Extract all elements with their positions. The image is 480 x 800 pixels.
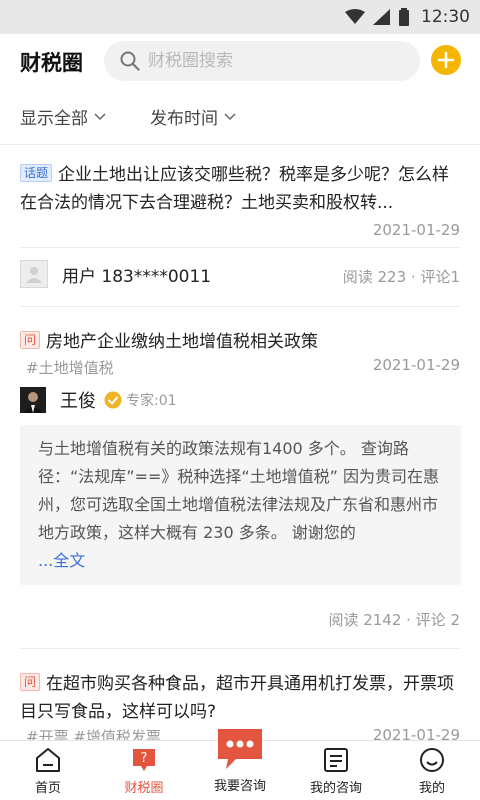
post-stats: 阅读 223 · 评论1 bbox=[342, 268, 460, 286]
page-title: 财税圈 bbox=[20, 51, 83, 75]
scope-filter[interactable]: 显示全部 bbox=[20, 104, 106, 129]
avatar bbox=[20, 260, 48, 288]
expert-author[interactable]: 王俊 专家:01 bbox=[20, 387, 177, 413]
expert-photo-icon bbox=[20, 387, 46, 413]
signal-icon bbox=[373, 9, 390, 25]
home-icon bbox=[36, 748, 60, 772]
expert-name: 王俊 bbox=[60, 391, 96, 412]
scope-filter-label: 显示全部 bbox=[20, 109, 88, 129]
nav-circle[interactable]: ? 财税圈 bbox=[96, 747, 192, 796]
svg-text:?: ? bbox=[141, 751, 148, 766]
post-title[interactable]: 问房地产企业缴纳土地增值税相关政策 bbox=[20, 328, 462, 356]
status-icons: 12:30 bbox=[345, 7, 470, 27]
nav-my-consult-label: 我的咨询 bbox=[309, 781, 362, 796]
nav-home[interactable]: 首页 bbox=[0, 747, 96, 796]
user-placeholder-icon bbox=[26, 267, 42, 283]
question-tag: 问 bbox=[20, 673, 41, 691]
nav-circle-label: 财税圈 bbox=[124, 781, 164, 796]
sort-filter-label: 发布时间 bbox=[150, 109, 218, 129]
post-stats: 阅读 2142 · 评论 2 bbox=[328, 611, 460, 629]
post-title[interactable]: 问在超市购买各种食品，超市开具通用机打发票，开票项目只写食品，这样可以吗? bbox=[20, 670, 462, 726]
post-title-text: 房地产企业缴纳土地增值税相关政策 bbox=[46, 332, 319, 352]
battery-icon bbox=[399, 8, 409, 26]
post-author[interactable]: 用户 183****0011 bbox=[20, 260, 211, 288]
nav-home-label: 首页 bbox=[34, 781, 61, 796]
nav-my-consult[interactable]: 我的咨询 bbox=[288, 747, 384, 796]
add-post-button[interactable] bbox=[431, 45, 461, 75]
search-icon bbox=[120, 51, 140, 71]
sort-filter[interactable]: 发布时间 bbox=[150, 104, 236, 129]
divider bbox=[20, 648, 460, 649]
avatar bbox=[20, 387, 46, 413]
post-title[interactable]: 话题 企业土地出让应该交哪些税？税率是多少呢？怎么样在合法的情况下去合理避税？土地… bbox=[20, 161, 462, 217]
nav-mine-label: 我的 bbox=[418, 781, 445, 796]
answer-text: 与土地增值税有关的政策法规有1400 多个。 查询路径：“法规库”==》税种选择… bbox=[38, 439, 440, 542]
chevron-down-icon bbox=[224, 112, 236, 120]
divider bbox=[0, 144, 480, 145]
verified-badge-icon bbox=[104, 391, 122, 409]
chevron-down-icon bbox=[94, 112, 106, 120]
post-title-text: 企业土地出让应该交哪些税？税率是多少呢？怎么样在合法的情况下去合理避税？土地买卖… bbox=[20, 165, 450, 213]
wifi-icon bbox=[345, 9, 365, 24]
answer-preview[interactable]: 与土地增值税有关的政策法规有1400 多个。 查询路径：“法规库”==》税种选择… bbox=[20, 425, 461, 585]
post-title-text: 在超市购买各种食品，超市开具通用机打发票，开票项目只写食品，这样可以吗? bbox=[20, 674, 455, 722]
smiley-icon bbox=[420, 748, 444, 772]
consult-chat-icon[interactable] bbox=[214, 727, 266, 771]
search-bar[interactable] bbox=[104, 41, 420, 81]
divider bbox=[20, 306, 460, 307]
document-icon bbox=[324, 748, 348, 772]
expert-level: 专家:01 bbox=[126, 393, 177, 409]
read-more-link[interactable]: ...全文 bbox=[38, 551, 85, 570]
nav-consult[interactable]: 我要咨询 bbox=[192, 775, 288, 794]
divider bbox=[20, 247, 460, 248]
header: 财税圈 bbox=[0, 34, 480, 90]
author-name: 用户 183****0011 bbox=[62, 266, 212, 287]
post-date: 2021-01-29 bbox=[372, 356, 460, 374]
filter-bar: 显示全部 发布时间 bbox=[0, 94, 480, 140]
plus-icon bbox=[437, 51, 455, 69]
search-input[interactable] bbox=[148, 51, 398, 71]
question-tag: 问 bbox=[20, 331, 41, 349]
status-bar: 12:30 bbox=[0, 0, 480, 34]
nav-mine[interactable]: 我的 bbox=[384, 747, 480, 796]
post-hashtag[interactable]: #土地增值税 bbox=[26, 357, 114, 378]
circle-icon: ? bbox=[133, 749, 155, 771]
bottom-nav: 首页 ? 财税圈 我要咨询 我的咨询 我的 bbox=[0, 729, 480, 800]
topic-tag: 话题 bbox=[20, 164, 53, 182]
nav-consult-label: 我要咨询 bbox=[213, 779, 266, 794]
post-date: 2021-01-29 bbox=[372, 221, 460, 239]
clock: 12:30 bbox=[421, 7, 470, 27]
